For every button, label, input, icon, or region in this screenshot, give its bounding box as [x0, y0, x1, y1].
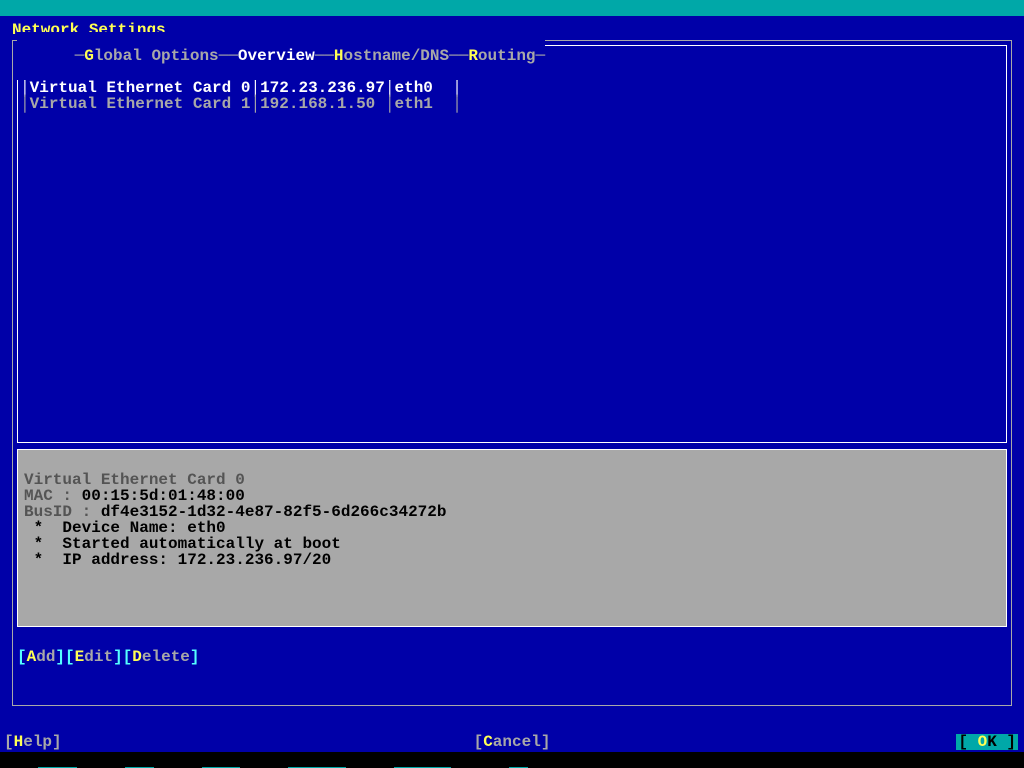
add-button[interactable]: [Add] — [17, 648, 65, 666]
bottom-bar: [Help] [Cancel] [ OK ] — [0, 732, 1024, 752]
tab-routing[interactable]: Routing — [468, 47, 535, 65]
actions-bar: [Add][Edit][Delete] — [13, 627, 1011, 681]
main-area: Network Settings ─Global Options──Overvi… — [0, 16, 1024, 752]
interfaces-table-frame: │Name │IP Address │Device│Note │Virtual … — [17, 45, 1007, 443]
edit-button[interactable]: [Edit] — [65, 648, 123, 666]
settings-frame: ─Global Options──Overview──Hostname/DNS─… — [12, 40, 1012, 706]
tab-hostname[interactable]: Hostname/DNS — [334, 47, 449, 65]
window-title: YaST2 - lan @ scg-uat — [0, 0, 1024, 16]
help-button[interactable]: [Help] — [4, 734, 62, 750]
table-row[interactable]: │Virtual Ethernet Card 1│192.168.1.50 │e… — [20, 95, 462, 113]
tab-global[interactable]: Global Options — [84, 47, 218, 65]
cancel-button[interactable]: [Cancel] — [474, 734, 551, 750]
ok-button[interactable]: [ OK ] — [956, 734, 1018, 750]
tab-overview[interactable]: Overview — [238, 47, 315, 65]
delete-button[interactable]: [Delete] — [123, 648, 200, 666]
fkey-bar: F1 Help F3 Add F4 Edit F5 Delete F9 Canc… — [0, 752, 1024, 768]
tab-strip: ─Global Options──Overview──Hostname/DNS─… — [17, 32, 545, 80]
interface-detail: Virtual Ethernet Card 0 MAC : 00:15:5d:0… — [17, 449, 1007, 627]
